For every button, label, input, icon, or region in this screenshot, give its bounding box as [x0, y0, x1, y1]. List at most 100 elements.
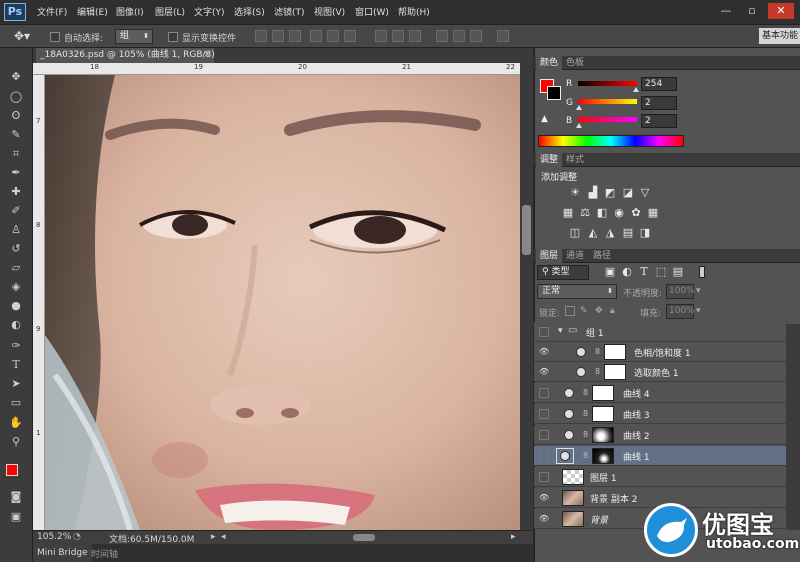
visibility-toggle-icon[interactable] [539, 409, 549, 419]
layer-row-group-1[interactable]: ▾ ▭ 组 1 [534, 322, 786, 342]
filter-shape-icon[interactable]: ⬚ [655, 266, 667, 278]
invert-icon[interactable]: ◫ [569, 227, 581, 239]
levels-icon[interactable]: ▟ [587, 187, 599, 199]
tab-adjustments[interactable]: 调整 [536, 153, 563, 167]
scroll-left-icon[interactable]: ◂ [221, 532, 226, 542]
dodge-tool-icon[interactable]: ◐ [8, 318, 24, 332]
menu-edit[interactable]: 编辑(E) [77, 5, 108, 18]
timeline-tab[interactable]: 时间轴 [91, 547, 118, 560]
brush-tool-icon[interactable]: ✐ [8, 204, 24, 218]
zoom-tool-icon[interactable]: ⚲ [8, 435, 24, 449]
layer-mask-thumbnail[interactable] [592, 406, 614, 422]
vibrance-icon[interactable]: ▽ [639, 187, 651, 199]
b-value-field[interactable]: 2 [641, 114, 677, 128]
visibility-toggle-icon[interactable] [539, 451, 549, 461]
align-left-icon[interactable] [310, 30, 322, 42]
b-slider-handle[interactable] [576, 123, 582, 128]
layer-row-curves-4[interactable]: 8 曲线 4 [534, 383, 786, 403]
menu-window[interactable]: 窗口(W) [355, 5, 389, 18]
blur-tool-icon[interactable]: ● [8, 299, 24, 313]
lock-position-icon[interactable]: ✥ [595, 306, 605, 316]
info-menu-arrow-icon[interactable]: ▸ [211, 532, 216, 542]
quick-mask-icon[interactable]: ◙ [8, 490, 24, 504]
tab-layers[interactable]: 图层 [536, 249, 563, 263]
opacity-field[interactable]: 100% [666, 284, 695, 299]
layer-mask-thumbnail[interactable] [604, 344, 626, 360]
distribute-left-icon[interactable] [436, 30, 448, 42]
filter-type-icon[interactable]: T [638, 266, 650, 278]
eye-icon[interactable]: 👁︎ [539, 514, 549, 524]
r-value-field[interactable]: 254 [641, 77, 677, 91]
menu-type[interactable]: 文字(Y) [194, 5, 225, 18]
layer-row-curves-3[interactable]: 8 曲线 3 [534, 404, 786, 424]
distribute-right-icon[interactable] [470, 30, 482, 42]
expand-chevron-icon[interactable]: ▾ [558, 326, 563, 336]
b-slider[interactable] [578, 117, 637, 122]
layer-row-selective-color-1[interactable]: 👁︎ 8 选取颜色 1 [534, 362, 786, 382]
black-white-icon[interactable]: ◧ [596, 207, 608, 219]
vertical-scrollbar[interactable] [520, 63, 533, 530]
align-vcenter-icon[interactable] [272, 30, 284, 42]
menu-layer[interactable]: 图层(L) [155, 5, 185, 18]
layer-mask-thumbnail[interactable] [592, 427, 614, 443]
layer-thumbnail[interactable] [562, 469, 584, 485]
auto-select-dropdown[interactable]: 组 ⬍ [115, 29, 153, 44]
tab-styles[interactable]: 样式 [562, 153, 588, 167]
tab-paths[interactable]: 路径 [589, 249, 615, 263]
menu-image[interactable]: 图像(I) [116, 5, 144, 18]
path-select-tool-icon[interactable]: ➤ [8, 377, 24, 391]
lasso-tool-icon[interactable]: ʘ [8, 109, 24, 123]
gradient-map-icon[interactable]: ▤ [622, 227, 634, 239]
rectangle-tool-icon[interactable]: ▭ [8, 396, 24, 410]
opacity-arrow-icon[interactable]: ▾ [696, 286, 701, 296]
fill-field[interactable]: 100% [666, 304, 695, 319]
threshold-icon[interactable]: ◮ [604, 227, 616, 239]
lock-all-icon[interactable]: 🔒︎ [610, 306, 620, 316]
g-slider[interactable] [578, 99, 637, 104]
clone-stamp-tool-icon[interactable]: ♙ [8, 223, 24, 237]
distribute-bottom-icon[interactable] [409, 30, 421, 42]
filter-adjustment-icon[interactable]: ◐ [621, 266, 633, 278]
visibility-toggle-icon[interactable] [539, 388, 549, 398]
layer-filter-dropdown[interactable]: ⚲ 类型 [537, 265, 589, 280]
hue-saturation-icon[interactable]: ▦ [562, 207, 574, 219]
posterize-icon[interactable]: ◭ [587, 227, 599, 239]
layer-thumbnail[interactable] [562, 511, 584, 527]
lock-transparent-icon[interactable] [565, 306, 575, 316]
layer-row-curves-2[interactable]: 8 曲线 2 [534, 425, 786, 445]
lock-pixels-icon[interactable]: ✎ [580, 306, 590, 316]
tab-swatches[interactable]: 色板 [562, 56, 588, 70]
menu-filter[interactable]: 滤镜(T) [274, 5, 305, 18]
show-transform-checkbox[interactable] [168, 32, 178, 42]
pen-tool-icon[interactable]: ✑ [8, 339, 24, 353]
selective-color-icon[interactable]: ◨ [639, 227, 651, 239]
screen-mode-icon[interactable]: ▣ [8, 510, 24, 524]
brightness-contrast-icon[interactable]: ☀ [569, 187, 581, 199]
color-balance-icon[interactable]: ⚖ [579, 207, 591, 219]
crop-tool-icon[interactable]: ⌗ [8, 147, 24, 161]
eye-icon[interactable]: 👁︎ [539, 493, 549, 503]
menu-help[interactable]: 帮助(H) [398, 5, 430, 18]
filter-smart-object-icon[interactable]: ▤ [672, 266, 684, 278]
menu-view[interactable]: 视图(V) [314, 5, 345, 18]
layer-mask-thumbnail[interactable] [604, 364, 626, 380]
photo-filter-icon[interactable]: ◉ [613, 207, 625, 219]
blend-mode-dropdown[interactable]: 正常 ⬍ [537, 284, 617, 299]
layer-mask-thumbnail[interactable] [592, 385, 614, 401]
eyedropper-tool-icon[interactable]: ✒ [8, 166, 24, 180]
filter-pixel-icon[interactable]: ▣ [604, 266, 616, 278]
g-slider-handle[interactable] [576, 105, 582, 110]
eye-icon[interactable]: 👁︎ [539, 347, 549, 357]
document-tab[interactable]: _18A0326.psd @ 105% (曲线 1, RGB/8) * × [36, 48, 214, 63]
gamut-warning-icon[interactable]: ▲ [541, 114, 548, 124]
tab-color[interactable]: 颜色 [536, 56, 563, 70]
layer-row-hue-saturation-1[interactable]: 👁︎ 8 色相/饱和度 1 [534, 342, 786, 362]
vertical-scroll-thumb[interactable] [522, 205, 531, 255]
distribute-vcenter-icon[interactable] [392, 30, 404, 42]
menu-file[interactable]: 文件(F) [37, 5, 67, 18]
channel-mixer-icon[interactable]: ✿ [630, 207, 642, 219]
quick-select-tool-icon[interactable]: ✎ [8, 128, 24, 142]
layer-row-curves-1[interactable]: 8 曲线 1 [534, 446, 786, 466]
visibility-toggle-icon[interactable] [539, 327, 549, 337]
align-top-icon[interactable] [255, 30, 267, 42]
